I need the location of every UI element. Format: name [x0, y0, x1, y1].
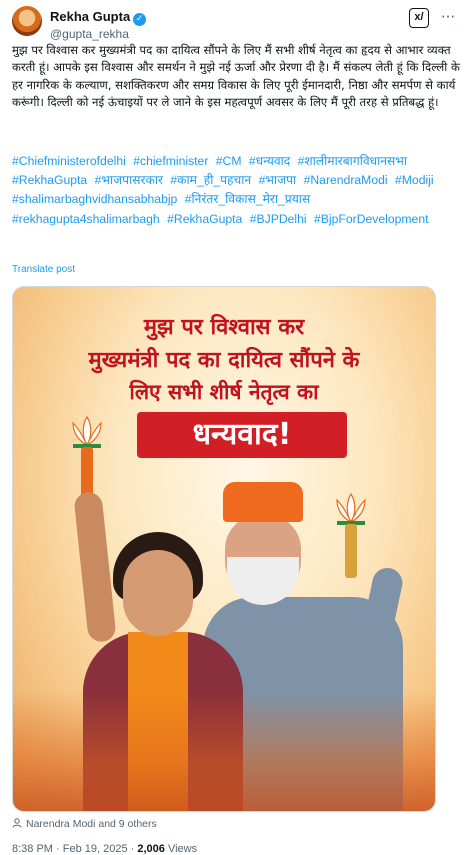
grok-icon[interactable]: x/ [409, 8, 429, 28]
person-icon [12, 818, 22, 828]
post-image[interactable]: मुझ पर विश्वास कर मुख्यमंत्री पद का दायि… [12, 286, 436, 812]
hashtag-link[interactable]: #BJPDelhi [250, 212, 307, 226]
verified-badge-icon: ✓ [133, 13, 147, 26]
views-label: Views [167, 843, 198, 855]
author-info: Rekha Gupta ✓ @gupta_rekha [50, 6, 147, 41]
post-header: Rekha Gupta ✓ @gupta_rekha x/ ··· [12, 4, 461, 41]
hashtag-link[interactable]: #काम_ही_पहचान [170, 173, 251, 187]
hashtag-link[interactable]: #rekhagupta4shalimarbagh [12, 212, 160, 226]
avatar[interactable] [12, 6, 42, 36]
hashtag-link[interactable]: #RekhaGupta [12, 173, 87, 187]
poster-line-2: मुख्यमंत्री पद का दायित्व सौंपने के [88, 348, 360, 373]
post-meta: 8:38 PM · Feb 19, 2025 · 2,006 Views [12, 843, 198, 855]
hashtag-link[interactable]: #CM [216, 154, 242, 168]
hashtag-list: #Chiefministerofdelhi #chiefminister #CM… [12, 152, 462, 229]
post-time[interactable]: 8:38 PM [12, 843, 53, 855]
hashtag-link[interactable]: #निरंतर_विकास_मेरा_प्रयास [185, 192, 310, 206]
hashtag-link[interactable]: #भाजपा [259, 173, 297, 187]
hashtag-link[interactable]: #BjpForDevelopment [314, 212, 428, 226]
translate-link[interactable]: Translate post [12, 264, 75, 275]
hashtag-link[interactable]: #धन्यवाद [249, 154, 290, 168]
post-text: मुझ पर विश्वास कर मुख्यमंत्री पद का दायि… [12, 43, 460, 109]
post-date[interactable]: Feb 19, 2025 [63, 843, 128, 855]
poster-thanks: धन्यवाद! [137, 412, 347, 458]
more-icon[interactable]: ··· [437, 6, 459, 28]
author-name[interactable]: Rekha Gupta [50, 9, 130, 24]
author-handle[interactable]: @gupta_rekha [50, 27, 146, 41]
hashtag-link[interactable]: #Modiji [395, 173, 434, 187]
hashtag-link[interactable]: #RekhaGupta [167, 212, 242, 226]
liked-by[interactable]: Narendra Modi and 9 others [12, 818, 157, 830]
hashtag-link[interactable]: #भाजपासरकार [95, 173, 163, 187]
liked-by-text: Narendra Modi and 9 others [26, 818, 157, 830]
poster-line-3: लिए सभी शीर्ष नेतृत्व का [129, 380, 319, 404]
crowd-background [13, 691, 435, 811]
poster-line-1: मुझ पर विश्वास कर [143, 315, 305, 340]
hashtag-link[interactable]: #shalimarbaghvidhansabhabjp [12, 192, 177, 206]
hashtag-link[interactable]: #Chiefministerofdelhi [12, 154, 126, 168]
views-count: 2,006 [137, 843, 165, 855]
hashtag-link[interactable]: #NarendraModi [304, 173, 388, 187]
hashtag-link[interactable]: #chiefminister [133, 154, 208, 168]
hashtag-link[interactable]: #शालीमारबागविधानसभा [298, 154, 407, 168]
